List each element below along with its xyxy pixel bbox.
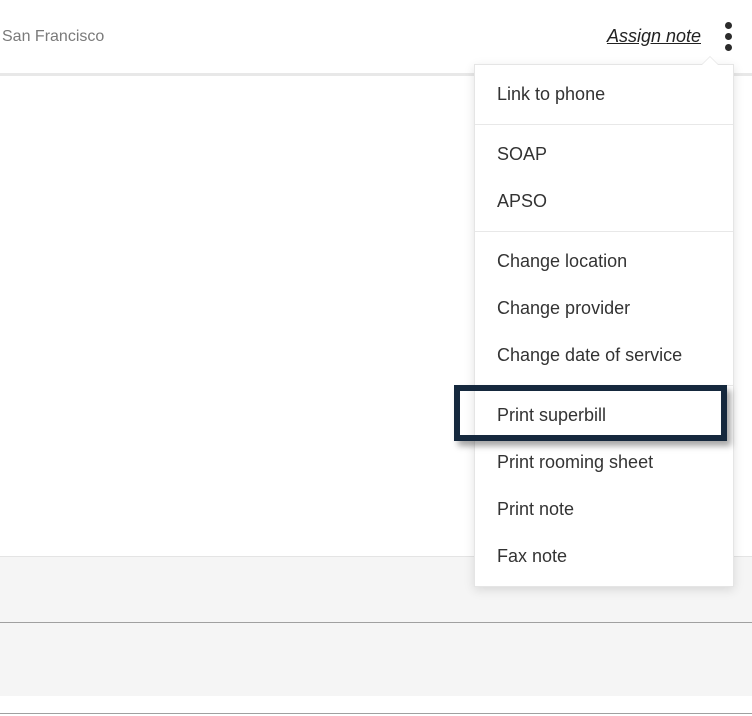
menu-group: SOAP APSO bbox=[475, 125, 733, 232]
more-options-icon[interactable] bbox=[721, 18, 740, 55]
menu-item-apso[interactable]: APSO bbox=[475, 178, 733, 225]
menu-item-change-provider[interactable]: Change provider bbox=[475, 285, 733, 332]
context-menu: Link to phone SOAP APSO Change location … bbox=[474, 64, 734, 587]
menu-item-print-rooming-sheet[interactable]: Print rooming sheet bbox=[475, 439, 733, 486]
header-right: Assign note bbox=[607, 18, 740, 55]
header-bar: San Francisco Assign note bbox=[0, 0, 752, 73]
menu-item-print-superbill[interactable]: Print superbill bbox=[475, 392, 733, 439]
assign-note-link[interactable]: Assign note bbox=[607, 26, 701, 47]
divider-line bbox=[0, 713, 752, 714]
divider-line bbox=[0, 622, 752, 623]
menu-item-print-note[interactable]: Print note bbox=[475, 486, 733, 533]
menu-item-change-date-of-service[interactable]: Change date of service bbox=[475, 332, 733, 379]
menu-item-soap[interactable]: SOAP bbox=[475, 131, 733, 178]
menu-item-change-location[interactable]: Change location bbox=[475, 238, 733, 285]
menu-group: Change location Change provider Change d… bbox=[475, 232, 733, 386]
menu-item-link-to-phone[interactable]: Link to phone bbox=[475, 71, 733, 118]
menu-group: Link to phone bbox=[475, 65, 733, 125]
menu-item-fax-note[interactable]: Fax note bbox=[475, 533, 733, 580]
menu-group: Print superbill Print rooming sheet Prin… bbox=[475, 386, 733, 586]
location-text: San Francisco bbox=[2, 28, 104, 46]
